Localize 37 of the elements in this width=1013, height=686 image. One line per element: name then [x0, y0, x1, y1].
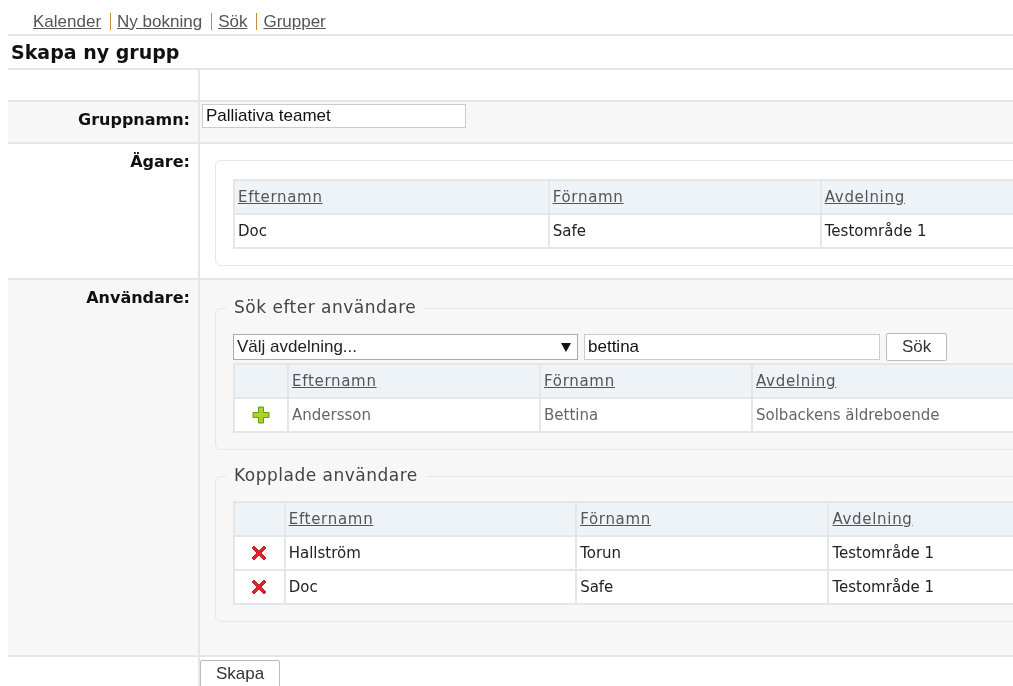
table-cell: Torun — [576, 536, 829, 570]
table-cell: Testområde 1 — [820, 214, 1013, 248]
column-header[interactable]: Avdelning — [752, 364, 1013, 398]
column-header[interactable]: Förnamn — [540, 364, 752, 398]
table-cell: Testområde 1 — [828, 536, 1013, 570]
create-button[interactable]: Skapa — [200, 660, 281, 686]
search-field[interactable]: bettina — [584, 334, 880, 360]
group-name-field[interactable]: Palliativa teamet — [202, 104, 466, 128]
field-label: Gruppnamn: — [78, 110, 190, 129]
column-header[interactable]: Efternamn — [284, 502, 577, 536]
table-cell: Safe — [548, 214, 821, 248]
nav-link[interactable]: Grupper — [263, 11, 326, 32]
table-cell: Hallström — [284, 536, 577, 570]
table-cell: Safe — [576, 570, 829, 604]
caret-icon — [561, 342, 571, 352]
column-header[interactable]: Förnamn — [548, 180, 821, 214]
plus-icon[interactable] — [252, 406, 270, 424]
column-header[interactable]: Efternamn — [288, 364, 540, 398]
column-header[interactable]: Förnamn — [576, 502, 829, 536]
nav-link[interactable]: Kalender — [33, 11, 102, 32]
page-title: Skapa ny grupp — [10, 40, 181, 65]
nav-link[interactable]: Sök — [218, 11, 248, 32]
search-button[interactable]: Sök — [886, 333, 948, 361]
table-cell: Bettina — [540, 398, 752, 432]
column-header[interactable]: Efternamn — [234, 180, 549, 214]
table-cell: Doc — [234, 214, 549, 248]
table-cell: Testområde 1 — [828, 570, 1013, 604]
section-legend: Kopplade användare — [226, 465, 426, 485]
column-header[interactable]: Avdelning — [820, 180, 1013, 214]
table-cell: Solbackens äldreboende — [752, 398, 1013, 432]
field-label: Användare: — [86, 288, 190, 307]
column-header[interactable]: Avdelning — [828, 502, 1013, 536]
table-cell: Doc — [284, 570, 577, 604]
field-label: Ägare: — [130, 152, 190, 171]
table-cell: Andersson — [288, 398, 540, 432]
department-dropdown[interactable]: Välj avdelning... — [233, 334, 578, 360]
nav-link[interactable]: Ny bokning — [117, 11, 203, 32]
